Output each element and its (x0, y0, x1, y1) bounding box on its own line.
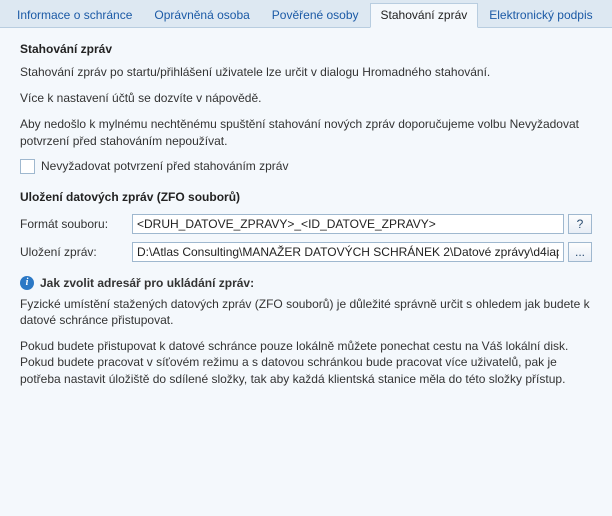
info-p1: Fyzické umístění stažených datových zprá… (20, 296, 592, 328)
download-help-p1: Stahování zpráv po startu/přihlášení uži… (20, 64, 592, 80)
info-icon: i (20, 276, 34, 290)
section-title-storage: Uložení datových zpráv (ZFO souborů) (20, 190, 592, 204)
label-file-format: Formát souboru: (20, 217, 128, 231)
settings-window: Informace o schránce Oprávněná osoba Pov… (0, 0, 612, 515)
tab-inbox-info[interactable]: Informace o schránce (6, 3, 143, 28)
download-help-p3: Aby nedošlo k mylnému nechtěnému spuštěn… (20, 116, 592, 148)
tab-bar: Informace o schránce Oprávněná osoba Pov… (0, 0, 612, 28)
tab-content: Stahování zpráv Stahování zpráv po start… (0, 28, 612, 516)
download-help-p2: Více k nastavení účtů se dozvíte v nápov… (20, 90, 592, 106)
browse-path-button[interactable]: ... (568, 242, 592, 262)
info-p2: Pokud budete přistupovat k datové schrán… (20, 338, 592, 387)
info-heading-row: i Jak zvolit adresář pro ukládání zpráv: (20, 276, 592, 290)
tab-download-messages[interactable]: Stahování zpráv (370, 3, 479, 28)
checkbox-noconfirm-label: Nevyžadovat potvrzení před stahováním zp… (41, 159, 288, 173)
help-format-button[interactable]: ? (568, 214, 592, 234)
tab-authorized-person[interactable]: Oprávněná osoba (143, 3, 260, 28)
input-storage-path[interactable] (132, 242, 564, 262)
row-file-format: Formát souboru: ? (20, 214, 592, 234)
checkbox-noconfirm[interactable] (20, 159, 35, 174)
info-heading: Jak zvolit adresář pro ukládání zpráv: (40, 276, 254, 290)
tab-electronic-signature[interactable]: Elektronický podpis (478, 3, 603, 28)
row-storage-path: Uložení zpráv: ... (20, 242, 592, 262)
input-file-format[interactable] (132, 214, 564, 234)
label-storage-path: Uložení zpráv: (20, 245, 128, 259)
tab-delegated-persons[interactable]: Pověřené osoby (261, 3, 370, 28)
section-title-download: Stahování zpráv (20, 42, 592, 56)
tab-permissions[interactable]: Oprávnění (604, 3, 612, 28)
checkbox-row-noconfirm[interactable]: Nevyžadovat potvrzení před stahováním zp… (20, 159, 592, 174)
